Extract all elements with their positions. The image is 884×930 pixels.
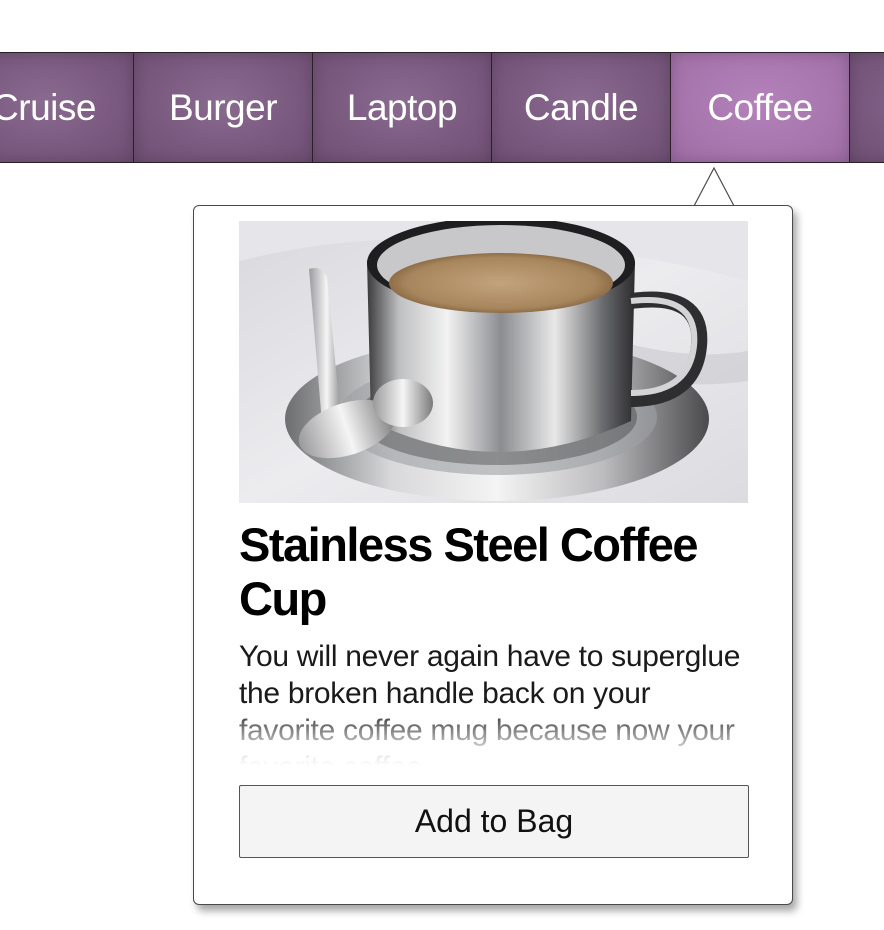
tab-candle[interactable]: Candle	[491, 52, 671, 163]
tab-label: Candle	[523, 86, 639, 128]
description-fade	[239, 706, 749, 766]
tab-strip: Cruise Burger Laptop Candle Coffee	[0, 52, 884, 163]
product-popover: Stainless Steel Coffee Cup You will neve…	[193, 205, 793, 905]
tab-label: Burger	[168, 86, 278, 128]
tab-coffee[interactable]: Coffee	[670, 52, 850, 163]
product-title: Stainless Steel Coffee Cup	[239, 518, 699, 625]
product-description-container: You will never again have to superglue t…	[239, 638, 749, 766]
tab-label: Coffee	[707, 86, 813, 128]
add-to-bag-button[interactable]: Add to Bag	[239, 785, 749, 858]
tab-cruise[interactable]: Cruise	[0, 52, 134, 163]
tab-burger[interactable]: Burger	[133, 52, 313, 163]
tab-laptop[interactable]: Laptop	[312, 52, 492, 163]
tab-next-partial[interactable]	[849, 52, 884, 163]
coffee-cup-image	[239, 221, 748, 503]
popover-arrow	[694, 167, 734, 207]
stage: Cruise Burger Laptop Candle Coffee Stain…	[0, 0, 884, 930]
tab-label: Laptop	[346, 86, 458, 128]
tab-label: Cruise	[0, 86, 96, 128]
